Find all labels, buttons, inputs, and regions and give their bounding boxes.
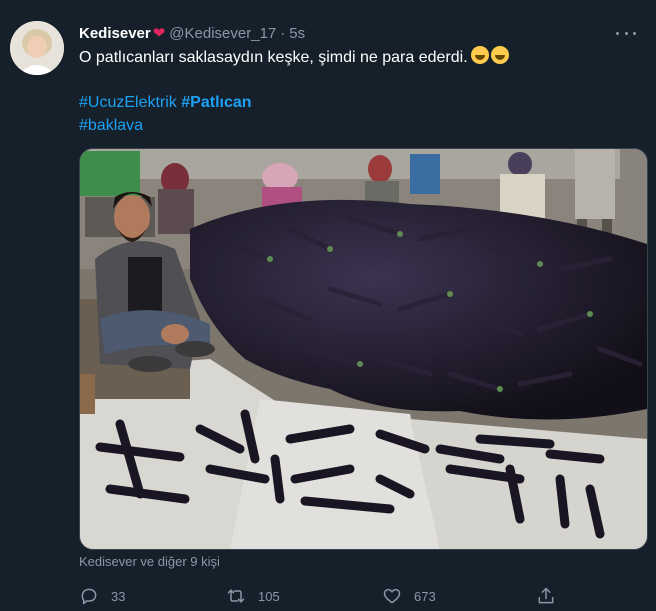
avatar[interactable] xyxy=(10,21,64,75)
user-handle[interactable]: @Kedisever_17 xyxy=(169,25,276,42)
retweet-count: 105 xyxy=(258,588,280,604)
share-icon xyxy=(538,587,554,604)
tweet-photo[interactable] xyxy=(79,148,648,550)
like-count: 673 xyxy=(414,588,436,604)
retweet-icon xyxy=(227,589,245,603)
hashtag-link[interactable]: #baklava xyxy=(79,117,143,134)
tweet-header: Kedisever ❤ @Kedisever_17 · 5s xyxy=(79,22,636,44)
liked-by-text[interactable]: Kedisever ve diğer 9 kişi xyxy=(79,554,220,569)
timestamp[interactable]: 5s xyxy=(289,25,305,42)
like-button[interactable]: 673 xyxy=(382,584,436,608)
emoji-group xyxy=(470,46,509,64)
share-button[interactable] xyxy=(536,584,556,608)
more-options-icon[interactable] xyxy=(616,24,636,42)
display-name[interactable]: Kedisever xyxy=(79,25,151,42)
tweet[interactable]: Kedisever ❤ @Kedisever_17 · 5s O patlıca… xyxy=(0,0,656,611)
hashtag-list: #UcuzElektrik #Patlıcan #baklava xyxy=(79,91,252,137)
hashtag-link[interactable]: #UcuzElektrik xyxy=(79,94,177,111)
tweet-text-content: O patlıcanları saklasaydın keşke, şimdi … xyxy=(79,49,468,66)
reply-button[interactable]: 33 xyxy=(79,584,125,608)
tweet-actions: 33 105 673 xyxy=(79,584,559,608)
separator: · xyxy=(280,24,286,42)
reply-icon xyxy=(81,588,97,605)
rolling-on-floor-laughing-emoji xyxy=(490,46,509,64)
retweet-button[interactable]: 105 xyxy=(226,584,280,608)
reply-count: 33 xyxy=(111,588,126,604)
rolling-on-floor-laughing-emoji xyxy=(470,46,489,64)
heart-icon xyxy=(383,588,401,604)
hashtag-link[interactable]: #Patlıcan xyxy=(181,94,251,111)
tweet-text: O patlıcanları saklasaydın keşke, şimdi … xyxy=(79,46,509,69)
red-heart-icon: ❤ xyxy=(152,24,166,42)
